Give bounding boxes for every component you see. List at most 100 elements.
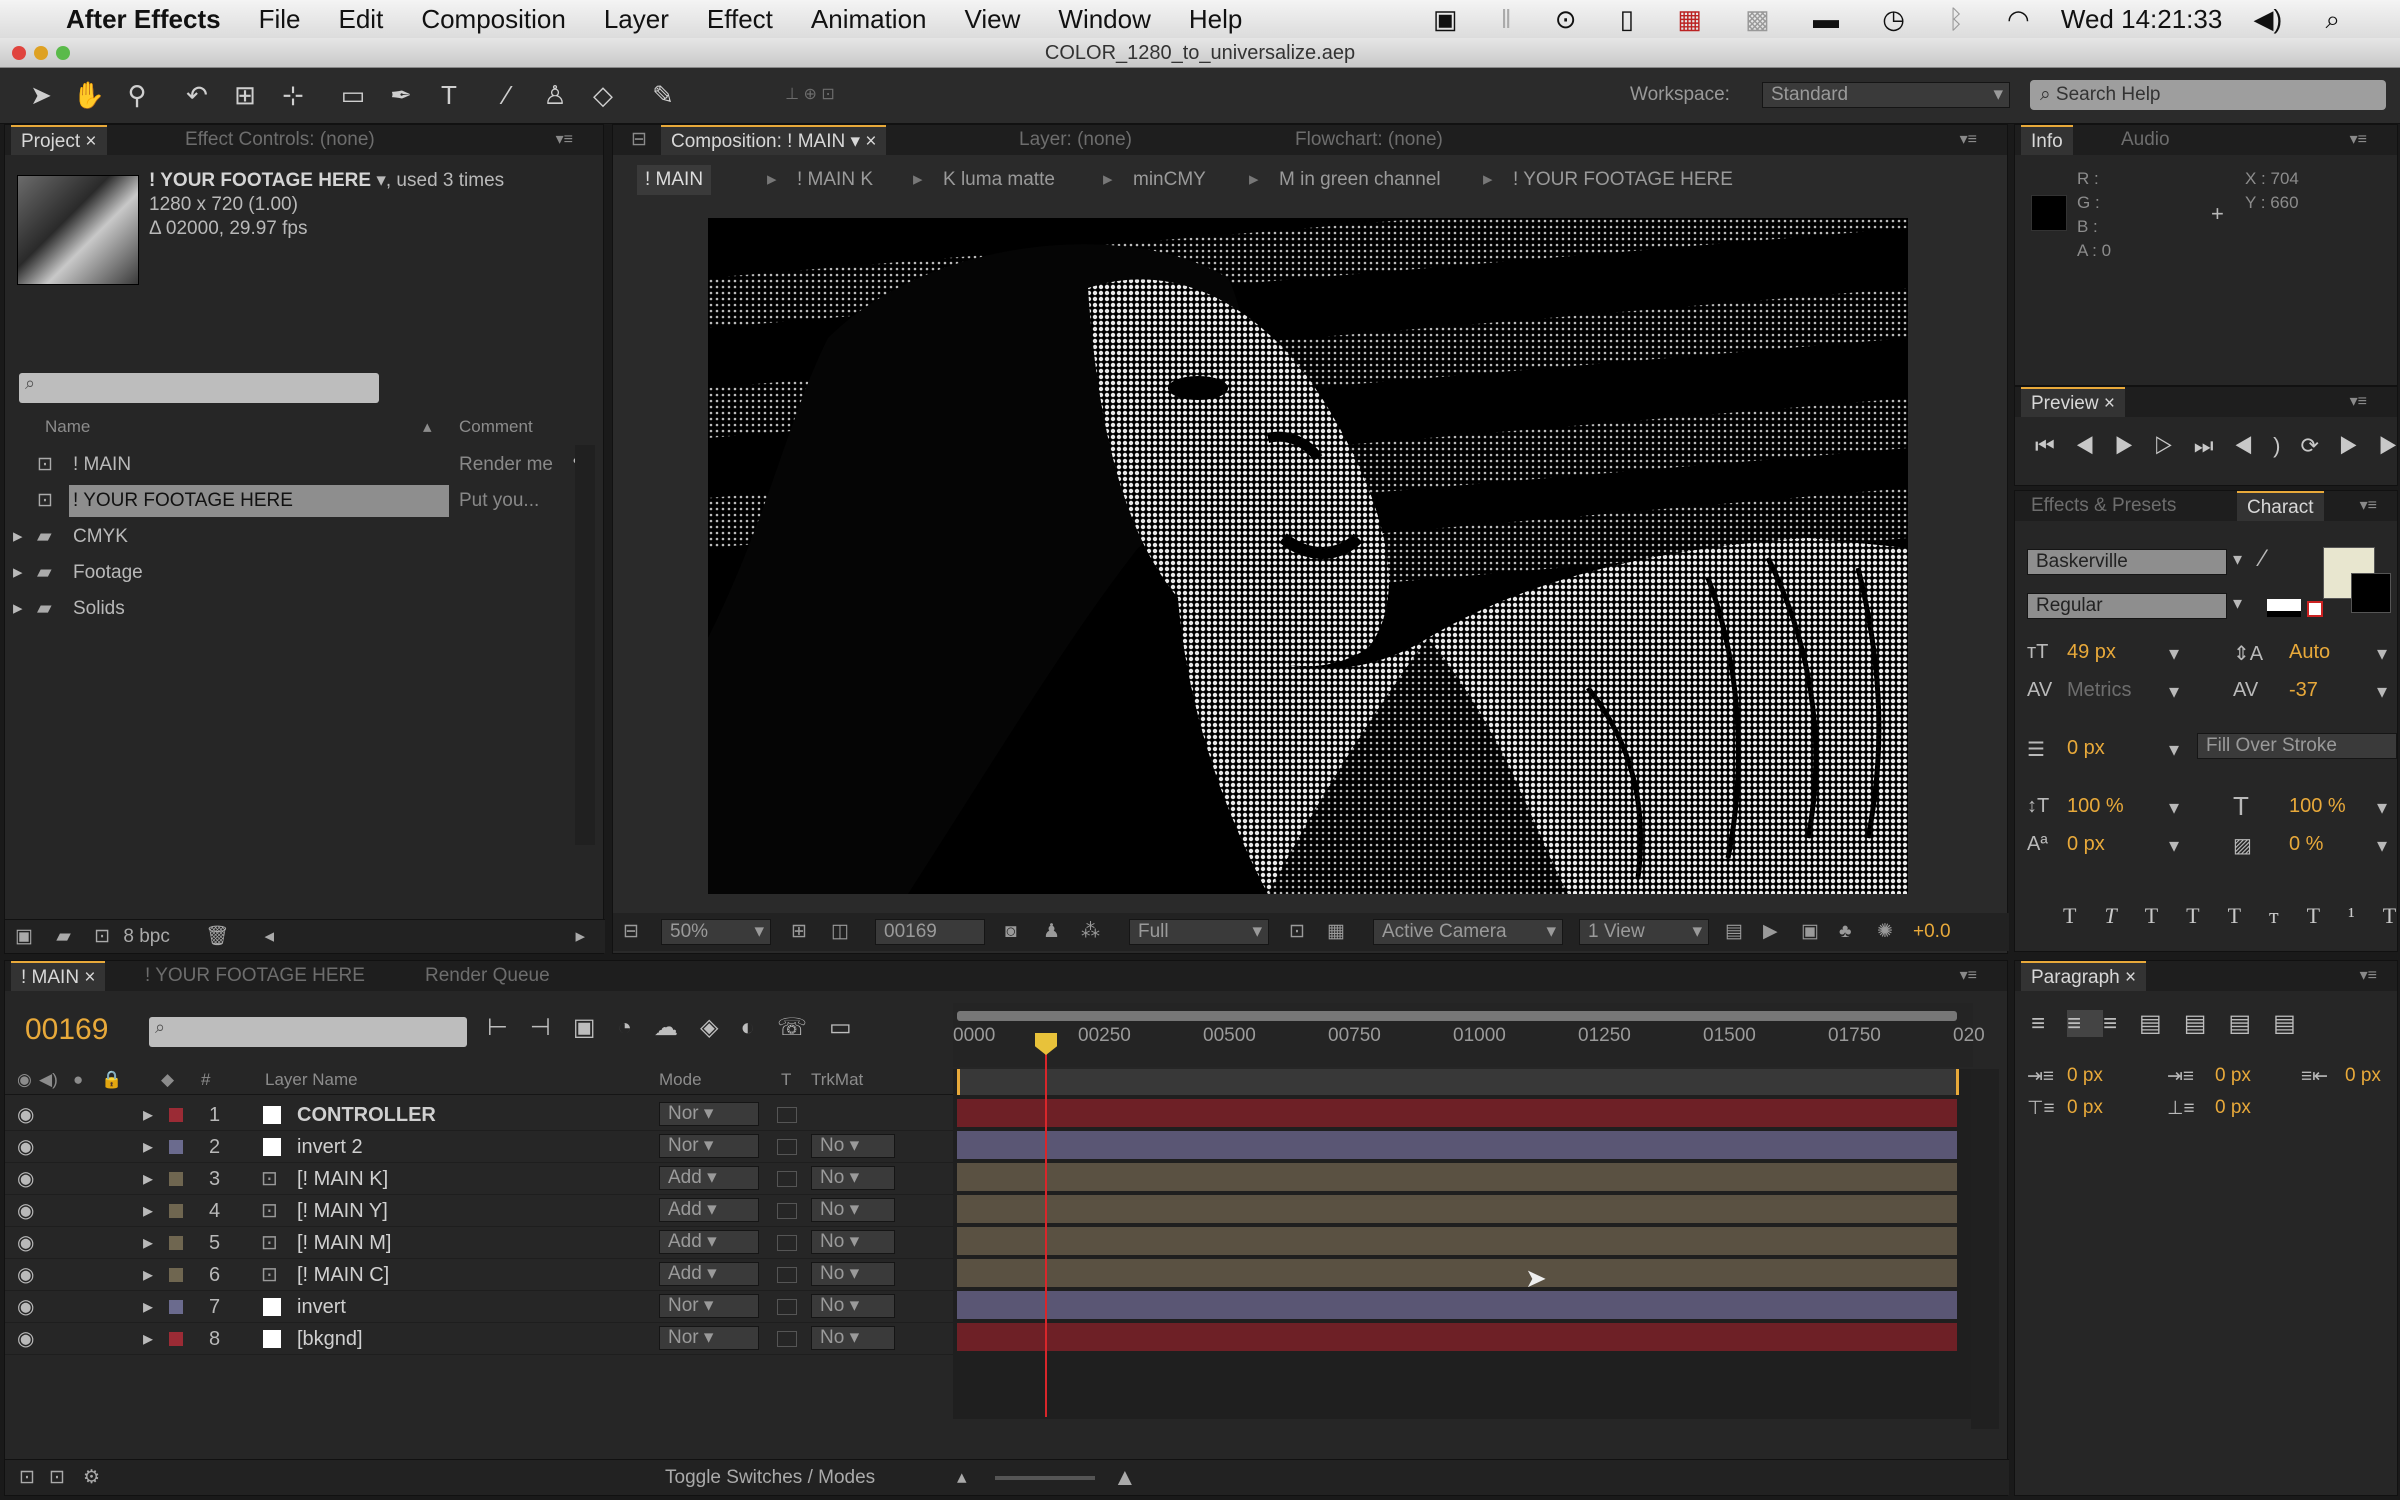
stroke-color-swatch[interactable] xyxy=(2351,573,2391,613)
align-center-icon[interactable]: ≡ xyxy=(2067,1010,2104,1037)
menu-edit[interactable]: Edit xyxy=(339,4,384,35)
menu-layer[interactable]: Layer xyxy=(604,4,669,35)
panel-menu-icon[interactable]: ▾≡ xyxy=(1960,965,1977,985)
preserve-transparency-toggle[interactable] xyxy=(777,1299,797,1315)
timeline-icon[interactable]: ▣ xyxy=(1801,913,1819,951)
layer-name[interactable]: invert 2 xyxy=(297,1131,363,1163)
stroke-width-value[interactable]: 0 px xyxy=(2067,737,2105,760)
chevron-down-icon[interactable]: ▾ xyxy=(2377,833,2387,858)
transfer-controls-icon[interactable]: ⊡ xyxy=(49,1460,65,1496)
layer-duration-bar[interactable] xyxy=(957,1163,1957,1191)
ram-preview-icon[interactable]: ▶▶ xyxy=(2339,433,2400,458)
close-icon[interactable]: × xyxy=(84,967,95,988)
tab-preview[interactable]: Preview × xyxy=(2021,387,2125,417)
justify-last-right-icon[interactable]: ▤ xyxy=(2228,1010,2273,1037)
menu-view[interactable]: View xyxy=(965,4,1021,35)
layer-row[interactable]: ◉ ▸ 4 ⊡ [! MAIN Y] Add ▾ No ▾ xyxy=(5,1195,955,1227)
project-item[interactable]: ⊡ ! MAIN Render me xyxy=(5,449,603,481)
space-before-value[interactable]: 0 px xyxy=(2067,1097,2103,1119)
current-time[interactable]: 00169 xyxy=(25,1013,108,1047)
first-frame-icon[interactable]: ⏮ xyxy=(2035,433,2075,458)
wifi-icon[interactable]: ◠ xyxy=(2007,4,2030,34)
comp-mini-flowchart-icon[interactable]: ⊢⊣ xyxy=(487,1014,573,1041)
col-name-header[interactable]: Name xyxy=(45,417,90,437)
blend-mode-select[interactable]: Add ▾ xyxy=(659,1262,759,1286)
kerning-value[interactable]: Metrics xyxy=(2067,679,2131,702)
type-tool-icon[interactable]: T xyxy=(432,78,466,112)
layer-label-color[interactable] xyxy=(169,1236,183,1250)
layer-label-color[interactable] xyxy=(169,1332,183,1346)
loop-icon[interactable]: ⟳ xyxy=(2300,433,2338,458)
preserve-transparency-toggle[interactable] xyxy=(777,1139,797,1155)
prev-frame-icon[interactable]: ◀ xyxy=(2075,433,2115,458)
menu-file[interactable]: File xyxy=(259,4,301,35)
time-ruler[interactable]: 0000 00250 00500 00750 01000 01250 01500 01750 0… xyxy=(953,1003,1985,1067)
blend-mode-select[interactable]: Nor ▾ xyxy=(659,1326,759,1350)
preserve-transparency-toggle[interactable] xyxy=(777,1171,797,1187)
new-comp-icon[interactable]: ⊡ xyxy=(94,926,110,947)
layer-expand-icon[interactable]: ▸ xyxy=(143,1195,153,1227)
timeline-vertical-scrollbar[interactable] xyxy=(1971,1069,1999,1429)
justify-all-icon[interactable]: ▤ xyxy=(2273,1010,2318,1037)
puppet-tool-icon[interactable]: ✎ xyxy=(646,78,680,112)
project-item[interactable]: ▸ ▰ Solids xyxy=(5,593,603,625)
space-after-value[interactable]: 0 px xyxy=(2215,1097,2251,1119)
panel-menu-icon[interactable]: ▾≡ xyxy=(2350,129,2367,149)
rectangle-tool-icon[interactable]: ▭ xyxy=(336,78,370,112)
project-search-input[interactable]: ⌕ xyxy=(19,373,379,403)
layer-expand-icon[interactable]: ▸ xyxy=(143,1131,153,1163)
indent-left-value[interactable]: 0 px xyxy=(2067,1065,2103,1087)
chevron-down-icon[interactable]: ▾ xyxy=(376,170,386,191)
time-machine-icon[interactable]: ◷ xyxy=(1882,4,1905,34)
no-color-swatch-icon[interactable] xyxy=(2307,601,2323,617)
justify-last-left-icon[interactable]: ▤ xyxy=(2139,1010,2184,1037)
layer-expand-icon[interactable]: ▸ xyxy=(143,1291,153,1323)
layer-row[interactable]: ◉ ▸ 5 ⊡ [! MAIN M] Add ▾ No ▾ xyxy=(5,1227,955,1259)
col-t[interactable]: T xyxy=(781,1065,791,1095)
work-area-bar[interactable] xyxy=(957,1011,1957,1021)
lock-icon[interactable]: ⊟ xyxy=(621,125,657,155)
tab-layer[interactable]: Layer: (none) xyxy=(1009,125,1142,155)
leading-value[interactable]: Auto xyxy=(2289,641,2330,664)
toggle-switches-modes-button[interactable]: Toggle Switches / Modes xyxy=(665,1460,875,1496)
layer-duration-bar[interactable] xyxy=(957,1227,1957,1255)
tab-character[interactable]: Charact xyxy=(2237,491,2324,521)
channel-icon[interactable]: ⁂ xyxy=(1081,913,1100,951)
blend-mode-select[interactable]: Nor ▾ xyxy=(659,1102,759,1126)
bluetooth-icon[interactable]: ᛒ xyxy=(1948,4,1964,34)
vertical-scale-value[interactable]: 100 % xyxy=(2067,795,2124,818)
playhead[interactable] xyxy=(1045,1037,1047,1417)
trkmat-select[interactable]: No ▾ xyxy=(811,1230,895,1254)
chevron-down-icon[interactable]: ▾ xyxy=(2169,737,2179,762)
close-window-button[interactable] xyxy=(12,46,26,60)
layer-label-color[interactable] xyxy=(169,1268,183,1282)
trkmat-select[interactable]: No ▾ xyxy=(811,1262,895,1286)
tab-composition[interactable]: Composition: ! MAIN ▾ × xyxy=(661,125,887,155)
project-scrollbar[interactable] xyxy=(575,445,595,845)
panel-menu-icon[interactable]: ▾≡ xyxy=(2360,965,2377,985)
chevron-down-icon[interactable]: ▾ xyxy=(2233,593,2242,614)
col-trkmat[interactable]: TrkMat xyxy=(811,1065,863,1095)
font-size-value[interactable]: 49 px xyxy=(2067,641,2116,664)
preserve-transparency-toggle[interactable] xyxy=(777,1235,797,1251)
tab-audio[interactable]: Audio xyxy=(2111,125,2180,155)
layer-label-color[interactable] xyxy=(169,1172,183,1186)
comp-breadcrumb-item[interactable]: minCMY xyxy=(1125,165,1214,195)
render-icon[interactable]: ▭ xyxy=(829,1014,874,1041)
blend-mode-select[interactable]: Nor ▾ xyxy=(659,1134,759,1158)
comp-breadcrumb-item[interactable]: ! YOUR FOOTAGE HERE xyxy=(1505,165,1741,195)
layer-label-color[interactable] xyxy=(169,1204,183,1218)
rotate-tool-icon[interactable]: ↶ xyxy=(180,78,214,112)
layer-expand-icon[interactable]: ▸ xyxy=(143,1163,153,1195)
close-icon[interactable]: × xyxy=(85,131,96,152)
battery-icon[interactable]: ▯ xyxy=(1620,4,1634,34)
work-area-range[interactable] xyxy=(957,1069,1959,1095)
tab-flowchart[interactable]: Flowchart: (none) xyxy=(1285,125,1453,155)
panel-menu-icon[interactable]: ▾≡ xyxy=(1960,129,1977,149)
comp-breadcrumb-item[interactable]: K luma matte xyxy=(935,165,1063,195)
visibility-eye-icon[interactable]: ◉ xyxy=(17,1099,34,1131)
chevron-down-icon[interactable]: ▾ xyxy=(2377,679,2387,704)
tab-effect-controls[interactable]: Effect Controls: (none) xyxy=(175,125,385,155)
timeline-search-input[interactable]: ⌕ xyxy=(149,1017,467,1047)
close-icon[interactable]: × xyxy=(2104,393,2115,414)
